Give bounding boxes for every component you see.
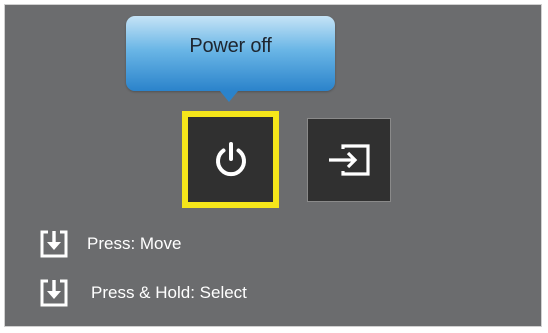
power-icon bbox=[215, 141, 246, 176]
power-off-button[interactable] bbox=[182, 111, 279, 208]
source-input-icon bbox=[329, 144, 370, 176]
hint-move-label: Press: Move bbox=[87, 234, 182, 253]
tooltip-pointer bbox=[220, 91, 238, 102]
hint-move: Press: Move bbox=[39, 229, 181, 259]
hint-select: Press & Hold: Select bbox=[39, 278, 247, 308]
tooltip-label: Power off bbox=[189, 35, 272, 57]
joystick-press-icon bbox=[40, 230, 68, 258]
tooltip-bubble: Power off bbox=[126, 16, 335, 91]
source-button[interactable] bbox=[307, 118, 391, 202]
hint-select-label: Press & Hold: Select bbox=[91, 283, 247, 302]
control-menu-screen: Power off Press: Move Press & Hold: Sele… bbox=[4, 4, 542, 327]
joystick-press-icon bbox=[40, 279, 68, 307]
